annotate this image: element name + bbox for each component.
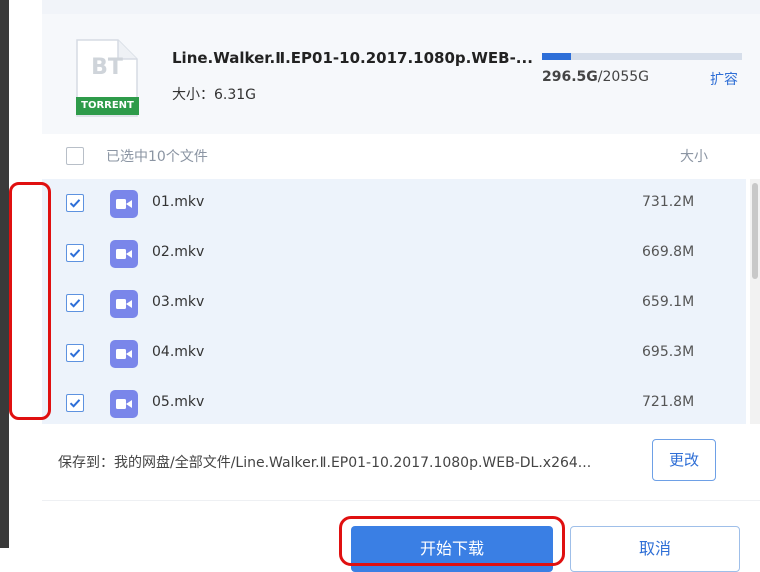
file-name: 02.mkv	[152, 244, 205, 260]
checkmark-icon	[69, 399, 81, 408]
checkmark-icon	[69, 349, 81, 358]
file-name: 03.mkv	[152, 294, 205, 310]
file-checkbox[interactable]	[66, 194, 84, 212]
file-size: 659.1M	[642, 294, 695, 310]
file-size: 669.8M	[642, 244, 695, 260]
storage-total-value: /2055G	[597, 69, 649, 85]
file-checkbox[interactable]	[66, 344, 84, 362]
file-row[interactable]: 03.mkv 659.1M	[42, 279, 746, 330]
scrollbar-thumb[interactable]	[752, 183, 758, 279]
download-dialog-screen: BT TORRENT Line.Walker.Ⅱ.EP01-10.2017.10…	[0, 0, 760, 572]
selected-count-label: 已选中10个文件	[106, 149, 208, 165]
background-window-edge	[0, 0, 9, 548]
file-row[interactable]: 04.mkv 695.3M	[42, 329, 746, 380]
storage-usage-text: 296.5G/2055G	[542, 69, 649, 85]
file-size: 721.8M	[642, 394, 695, 410]
video-file-icon	[110, 240, 138, 268]
file-size: 731.2M	[642, 194, 695, 210]
file-name: 04.mkv	[152, 344, 205, 360]
storage-usage-bar	[542, 53, 742, 60]
storage-usage-fill	[542, 53, 571, 60]
file-checkbox[interactable]	[66, 294, 84, 312]
file-list-scrollbar[interactable]	[750, 179, 760, 424]
file-checkbox[interactable]	[66, 394, 84, 412]
change-path-button[interactable]: 更改	[652, 439, 716, 481]
size-column-header: 大小	[680, 149, 708, 165]
dialog-top-strip	[42, 0, 760, 14]
file-row[interactable]: 05.mkv 721.8M	[42, 379, 746, 424]
cancel-button[interactable]: 取消	[570, 526, 740, 572]
file-list-header: 已选中10个文件 大小	[42, 140, 760, 178]
highlight-box-start-button	[339, 516, 565, 566]
file-row[interactable]: 01.mkv 731.2M	[42, 179, 746, 230]
video-file-icon	[110, 390, 138, 418]
file-name: 01.mkv	[152, 194, 205, 210]
torrent-file-title: Line.Walker.Ⅱ.EP01-10.2017.1080p.WEB-...	[172, 49, 533, 67]
expand-storage-link[interactable]: 扩容	[710, 69, 738, 89]
video-file-icon	[110, 340, 138, 368]
storage-used-value: 296.5G	[542, 69, 598, 85]
footer-divider	[42, 500, 760, 501]
checkmark-icon	[69, 199, 81, 208]
download-dialog: BT TORRENT Line.Walker.Ⅱ.EP01-10.2017.10…	[42, 0, 760, 572]
torrent-badge: TORRENT	[76, 97, 139, 115]
bt-torrent-icon: BT TORRENT	[76, 39, 139, 117]
torrent-file-size: 大小：6.31G	[172, 87, 257, 103]
save-path-label: 保存到：我的网盘/全部文件/Line.Walker.Ⅱ.EP01-10.2017…	[58, 455, 592, 471]
highlight-box-checkboxes	[9, 182, 51, 420]
checkmark-icon	[69, 299, 81, 308]
select-all-checkbox[interactable]	[66, 147, 84, 165]
file-size: 695.3M	[642, 344, 695, 360]
checkmark-icon	[69, 249, 81, 258]
file-list: 01.mkv 731.2M 02.mkv 669.8M 03.mkv 659.1…	[42, 179, 760, 424]
file-checkbox[interactable]	[66, 244, 84, 262]
file-row[interactable]: 02.mkv 669.8M	[42, 229, 746, 280]
bt-icon-label: BT	[91, 55, 123, 80]
video-file-icon	[110, 190, 138, 218]
file-info-panel: BT TORRENT Line.Walker.Ⅱ.EP01-10.2017.10…	[42, 14, 760, 134]
file-name: 05.mkv	[152, 394, 205, 410]
video-file-icon	[110, 290, 138, 318]
